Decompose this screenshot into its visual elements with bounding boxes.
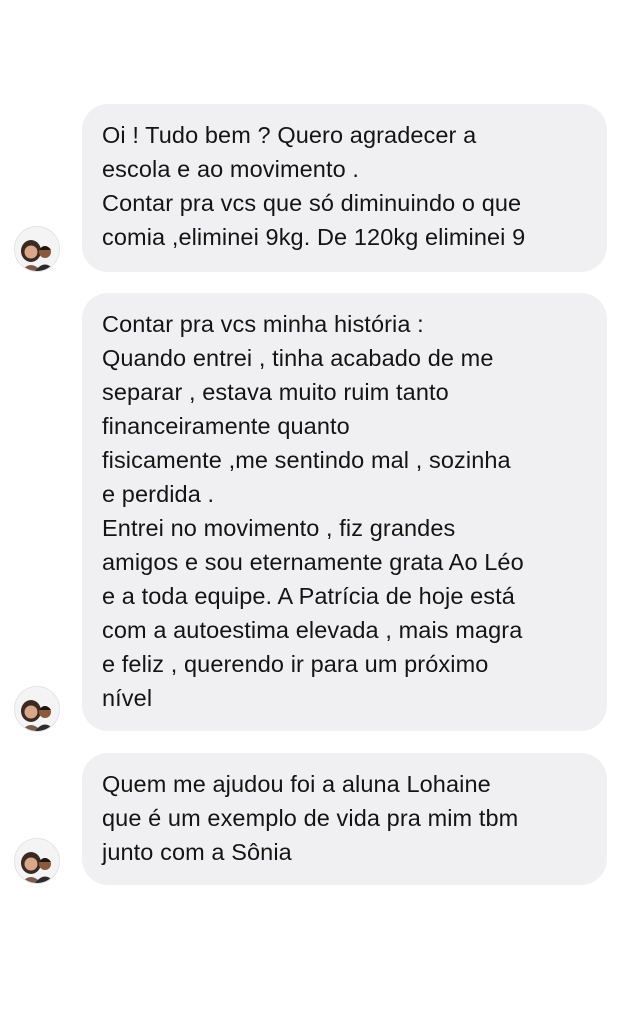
message-3-line-3: junto com a Sônia: [102, 839, 292, 865]
message-bubble-1[interactable]: Oi ! Tudo bem ? Quero agradecer a escola…: [82, 104, 607, 272]
message-1-line-4: comia ,eliminei 9kg. De 120kg eliminei 9: [102, 224, 526, 250]
message-2-line-8: amigos e sou eternamente grata Ao Léo: [102, 549, 524, 575]
message-2-line-11: e feliz , querendo ir para um próximo: [102, 651, 489, 677]
message-thread: Oi ! Tudo bem ? Quero agradecer a escola…: [0, 0, 636, 1009]
profile-photo-avatar-icon: [15, 227, 59, 271]
sender-avatar-2[interactable]: [14, 686, 60, 732]
message-1-line-1: Oi ! Tudo bem ? Quero agradecer a: [102, 122, 477, 148]
message-2-line-3: separar , estava muito ruim tanto: [102, 379, 449, 405]
message-1-line-3: Contar pra vcs que só diminuindo o que: [102, 190, 522, 216]
sender-avatar-1[interactable]: [14, 226, 60, 272]
message-2-line-6: e perdida .: [102, 481, 215, 507]
message-3-line-2: que é um exemplo de vida pra mim tbm: [102, 805, 519, 831]
message-2-line-5: fisicamente ,me sentindo mal , sozinha: [102, 447, 511, 473]
profile-photo-avatar-icon: [15, 687, 59, 731]
message-2-line-4: financeiramente quanto: [102, 413, 350, 439]
message-2-line-10: com a autoestima elevada , mais magra: [102, 617, 523, 643]
message-bubble-2[interactable]: Contar pra vcs minha história : Quando e…: [82, 293, 607, 731]
message-2-line-12: nível: [102, 685, 153, 711]
message-2-line-7: Entrei no movimento , fiz grandes: [102, 515, 456, 541]
message-bubble-3[interactable]: Quem me ajudou foi a aluna Lohaine que é…: [82, 753, 607, 885]
message-2-line-9: e a toda equipe. A Patrícia de hoje está: [102, 583, 515, 609]
message-2-line-1: Contar pra vcs minha história :: [102, 311, 424, 337]
message-1-line-2: escola e ao movimento .: [102, 156, 360, 182]
message-2-line-2: Quando entrei , tinha acabado de me: [102, 345, 494, 371]
profile-photo-avatar-icon: [15, 839, 59, 883]
sender-avatar-3[interactable]: [14, 838, 60, 884]
message-3-line-1: Quem me ajudou foi a aluna Lohaine: [102, 771, 491, 797]
